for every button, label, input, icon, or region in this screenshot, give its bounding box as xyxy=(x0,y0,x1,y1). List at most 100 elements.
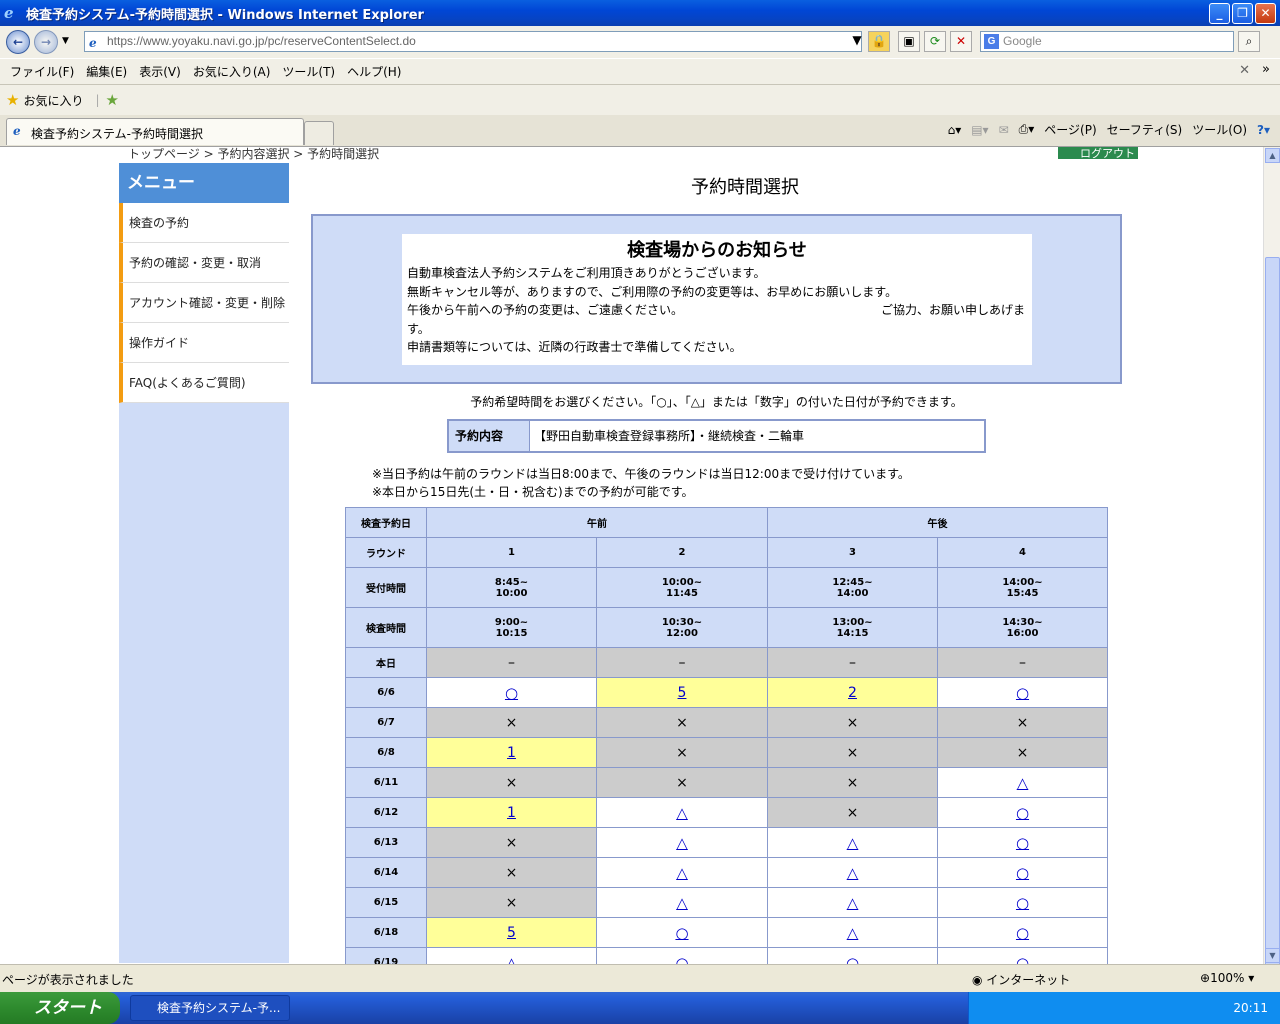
slot-cell[interactable]: ○ xyxy=(767,947,938,965)
favorites-button[interactable]: お気に入り xyxy=(23,92,83,109)
slot-cell[interactable]: ○ xyxy=(937,917,1108,948)
slot-cell[interactable]: △ xyxy=(767,827,938,858)
menu-favorites[interactable]: お気に入り(A) xyxy=(187,63,277,80)
menu-edit[interactable]: 編集(E) xyxy=(80,63,133,80)
search-icon[interactable]: ⌕ xyxy=(1238,31,1260,52)
slot-link[interactable]: 5 xyxy=(678,685,687,701)
zoom-level[interactable]: ⊕100% ▾ xyxy=(1200,971,1254,985)
menu-tools[interactable]: ツール(T) xyxy=(276,63,341,80)
start-button[interactable]: スタート xyxy=(0,992,120,1024)
slot-cell[interactable]: △ xyxy=(596,887,768,918)
slot-link[interactable]: ○ xyxy=(1016,684,1029,702)
slot-cell[interactable]: ○ xyxy=(937,887,1108,918)
slot-link[interactable]: ○ xyxy=(1016,804,1029,822)
address-input[interactable]: e https://www.yoyaku.navi.go.jp/pc/reser… xyxy=(84,31,862,52)
taskbar-ie-item[interactable]: 検査予約システム-予... xyxy=(130,995,290,1021)
help-icon[interactable]: ?▾ xyxy=(1257,123,1270,137)
sidebar-item-faq[interactable]: FAQ(よくあるご質問) xyxy=(119,363,289,403)
slot-cell[interactable]: △ xyxy=(767,887,938,918)
slot-link[interactable]: ○ xyxy=(675,924,688,942)
menu-view[interactable]: 表示(V) xyxy=(133,63,187,80)
slot-link[interactable]: 1 xyxy=(507,745,516,761)
slot-cell[interactable]: ○ xyxy=(596,947,768,965)
slot-cell[interactable]: 5 xyxy=(596,677,768,708)
logout-button[interactable]: ログアウト xyxy=(1058,147,1138,160)
slot-cell[interactable]: △ xyxy=(596,797,768,828)
new-tab-button[interactable] xyxy=(304,121,334,145)
slot-link[interactable]: ○ xyxy=(1016,924,1029,942)
slot-cell[interactable]: △ xyxy=(426,947,597,965)
slot-cell[interactable]: 5 xyxy=(426,917,597,948)
slot-link[interactable]: △ xyxy=(847,834,859,852)
close-toolbar-icon[interactable]: ✕ xyxy=(1239,63,1250,78)
home-icon[interactable]: ⌂▾ xyxy=(948,123,962,137)
slot-cell[interactable]: 2 xyxy=(767,677,938,708)
slot-link[interactable]: △ xyxy=(676,834,688,852)
search-input[interactable]: G Google xyxy=(980,31,1234,52)
slot-link[interactable]: 2 xyxy=(848,685,857,701)
slot-cell[interactable]: 1 xyxy=(426,737,597,768)
sidebar-item-confirm[interactable]: 予約の確認・変更・取消 xyxy=(119,243,289,283)
slot-link[interactable]: ○ xyxy=(505,684,518,702)
slot-link[interactable]: △ xyxy=(676,894,688,912)
scroll-down-icon[interactable]: ▼ xyxy=(1265,948,1280,963)
slot-cell[interactable]: ○ xyxy=(937,797,1108,828)
print-icon[interactable]: ⎙▾ xyxy=(1019,122,1035,137)
sidebar-item-reserve[interactable]: 検査の予約 xyxy=(119,203,289,243)
menu-file[interactable]: ファイル(F) xyxy=(4,63,80,80)
slot-cell[interactable]: △ xyxy=(937,767,1108,798)
slot-link[interactable]: △ xyxy=(847,864,859,882)
slot-link[interactable]: ○ xyxy=(1016,894,1029,912)
chevron-right-icon[interactable]: » xyxy=(1262,62,1270,77)
slot-cell[interactable]: 1 xyxy=(426,797,597,828)
add-favorite-icon[interactable]: ★ xyxy=(106,91,119,109)
favorites-star-icon[interactable]: ★ xyxy=(6,91,19,109)
refresh-icon[interactable]: ⟳ xyxy=(924,31,946,52)
slot-link[interactable]: △ xyxy=(676,804,688,822)
history-dropdown-icon[interactable]: ▼ xyxy=(62,36,69,46)
slot-link[interactable]: 1 xyxy=(507,805,516,821)
slot-link[interactable]: △ xyxy=(847,894,859,912)
stop-icon[interactable]: ✕ xyxy=(950,31,972,52)
sidebar-item-guide[interactable]: 操作ガイド xyxy=(119,323,289,363)
slot-cell[interactable]: △ xyxy=(767,857,938,888)
feeds-icon[interactable]: ▤▾ xyxy=(971,123,988,137)
slot-cell[interactable]: ○ xyxy=(426,677,597,708)
address-dropdown-icon[interactable]: ▼ xyxy=(846,31,868,52)
slot-cell[interactable]: ○ xyxy=(937,827,1108,858)
minimize-button[interactable]: _ xyxy=(1209,3,1230,24)
slot-cell[interactable]: △ xyxy=(596,857,768,888)
menu-help[interactable]: ヘルプ(H) xyxy=(341,63,407,80)
scroll-up-icon[interactable]: ▲ xyxy=(1265,148,1280,163)
tab-active[interactable]: e 検査予約システム-予約時間選択 xyxy=(6,118,304,145)
safety-menu[interactable]: セーフティ(S) xyxy=(1107,121,1183,138)
slot-cell[interactable]: ○ xyxy=(937,677,1108,708)
slot-link[interactable]: 5 xyxy=(507,925,516,941)
compat-view-icon[interactable]: ▣ xyxy=(898,31,920,52)
tools-menu[interactable]: ツール(O) xyxy=(1192,121,1247,138)
mail-icon[interactable]: ✉ xyxy=(999,123,1009,137)
slot-link[interactable]: ○ xyxy=(1016,954,1029,965)
slot-link[interactable]: ○ xyxy=(675,954,688,965)
slot-cell[interactable]: ○ xyxy=(937,947,1108,965)
slot-link[interactable]: ○ xyxy=(1016,864,1029,882)
slot-link[interactable]: △ xyxy=(1017,774,1029,792)
page-menu[interactable]: ページ(P) xyxy=(1044,121,1096,138)
sidebar-item-account[interactable]: アカウント確認・変更・削除 xyxy=(119,283,289,323)
slot-link[interactable]: ○ xyxy=(846,954,859,965)
lock-icon[interactable]: 🔒 xyxy=(868,31,890,52)
vertical-scrollbar[interactable]: ▲ ▼ xyxy=(1263,147,1280,1005)
slot-link[interactable]: △ xyxy=(676,864,688,882)
slot-cell[interactable]: △ xyxy=(596,827,768,858)
slot-cell[interactable]: ○ xyxy=(596,917,768,948)
slot-link[interactable]: ○ xyxy=(1016,834,1029,852)
restore-button[interactable]: ❐ xyxy=(1232,3,1253,24)
scroll-thumb[interactable] xyxy=(1265,257,1280,1005)
slot-cell[interactable]: △ xyxy=(767,917,938,948)
forward-button[interactable]: → xyxy=(34,30,58,54)
slot-link[interactable]: △ xyxy=(847,924,859,942)
slot-link[interactable]: △ xyxy=(506,954,518,965)
slot-cell[interactable]: ○ xyxy=(937,857,1108,888)
close-button[interactable]: ✕ xyxy=(1255,3,1276,24)
back-button[interactable]: ← xyxy=(6,30,30,54)
